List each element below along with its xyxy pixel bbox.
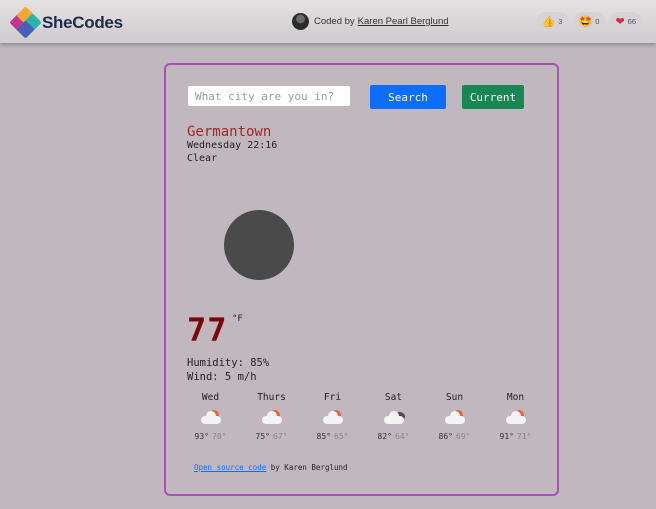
forecast-high: 93° bbox=[194, 432, 209, 441]
forecast-high: 91° bbox=[499, 432, 514, 441]
city-name: Germantown bbox=[187, 124, 272, 140]
forecast-low: 69° bbox=[456, 432, 471, 441]
shecodes-logo-icon bbox=[9, 6, 42, 39]
city-search-input[interactable] bbox=[187, 85, 351, 107]
star-struck-icon: 🤩 bbox=[578, 16, 593, 28]
forecast-day: Wed 93° 70° bbox=[180, 392, 241, 441]
forecast-high: 82° bbox=[377, 432, 392, 441]
reaction-count: 66 bbox=[627, 17, 636, 26]
coded-by: Coded by Karen Pearl Berglund bbox=[292, 13, 449, 30]
coded-by-prefix: Coded by bbox=[314, 16, 355, 27]
open-source-link[interactable]: Open source code bbox=[194, 463, 266, 472]
forecast-low: 71° bbox=[517, 432, 532, 441]
forecast-low: 70° bbox=[212, 432, 227, 441]
reactions: 👍 3 🤩 0 ❤ 66 bbox=[535, 12, 642, 31]
forecast-high: 75° bbox=[255, 432, 270, 441]
reaction-star-struck[interactable]: 🤩 0 bbox=[572, 12, 606, 31]
reaction-count: 3 bbox=[558, 17, 563, 26]
forecast-temps: 85° 65° bbox=[302, 432, 363, 441]
coded-by-link[interactable]: Karen Pearl Berglund bbox=[358, 16, 449, 27]
weather-description: Clear bbox=[187, 153, 218, 164]
partly-cloudy-icon bbox=[504, 410, 528, 426]
forecast-low: 64° bbox=[395, 432, 410, 441]
forecast-day: Sat 82° 64° bbox=[363, 392, 424, 441]
top-bar: SheCodes Coded by Karen Pearl Berglund 👍… bbox=[0, 0, 656, 43]
footer: Open source code by Karen Berglund bbox=[194, 463, 348, 472]
partly-cloudy-icon bbox=[321, 410, 345, 426]
reaction-count: 0 bbox=[595, 17, 600, 26]
heart-icon: ❤ bbox=[615, 16, 625, 28]
thumbs-up-icon: 👍 bbox=[541, 16, 556, 28]
forecast-day: Mon 91° 71° bbox=[485, 392, 546, 441]
forecast-day: Sun 86° 69° bbox=[424, 392, 485, 441]
search-button[interactable]: Search bbox=[370, 85, 446, 109]
avatar bbox=[292, 13, 309, 30]
current-temperature: 77 bbox=[187, 311, 228, 349]
forecast-low: 65° bbox=[334, 432, 349, 441]
forecast-low: 67° bbox=[273, 432, 288, 441]
forecast-temps: 75° 67° bbox=[241, 432, 302, 441]
shecodes-logo[interactable]: SheCodes bbox=[9, 6, 123, 39]
forecast-day-name: Thurs bbox=[257, 392, 286, 403]
forecast-day: Thurs 75° 67° bbox=[241, 392, 302, 441]
forecast: Wed 93° 70° Thurs 75° 67° Fri 85° 65° Sat 8… bbox=[180, 392, 546, 441]
reaction-heart[interactable]: ❤ 66 bbox=[609, 12, 642, 31]
current-location-button[interactable]: Current bbox=[462, 85, 524, 109]
forecast-day: Fri 85° 65° bbox=[302, 392, 363, 441]
forecast-day-name: Sat bbox=[384, 392, 403, 403]
forecast-day-name: Sun bbox=[445, 392, 464, 403]
forecast-temps: 82° 64° bbox=[363, 432, 424, 441]
partly-cloudy-icon bbox=[199, 410, 223, 426]
forecast-day-name: Wed bbox=[201, 392, 220, 403]
footer-author: by Karen Berglund bbox=[270, 463, 348, 472]
partly-cloudy-icon bbox=[260, 410, 284, 426]
forecast-high: 85° bbox=[316, 432, 331, 441]
forecast-day-name: Mon bbox=[506, 392, 525, 403]
current-weather-icon bbox=[224, 210, 294, 280]
date-time: Wednesday 22:16 bbox=[187, 140, 278, 151]
forecast-day-name: Fri bbox=[323, 392, 342, 403]
humidity: Humidity: 85% bbox=[187, 357, 270, 369]
cloudy-icon bbox=[382, 410, 406, 426]
wind-speed: Wind: 5 m/h bbox=[187, 371, 257, 383]
weather-card: Search Current Germantown Wednesday 22:1… bbox=[164, 63, 559, 496]
forecast-temps: 93° 70° bbox=[180, 432, 241, 441]
forecast-temps: 91° 71° bbox=[485, 432, 546, 441]
logo-text: SheCodes bbox=[42, 13, 123, 32]
partly-cloudy-icon bbox=[443, 410, 467, 426]
forecast-high: 86° bbox=[438, 432, 453, 441]
temperature-unit[interactable]: °F bbox=[232, 314, 243, 324]
forecast-temps: 86° 69° bbox=[424, 432, 485, 441]
reaction-thumbs-up[interactable]: 👍 3 bbox=[535, 12, 569, 31]
